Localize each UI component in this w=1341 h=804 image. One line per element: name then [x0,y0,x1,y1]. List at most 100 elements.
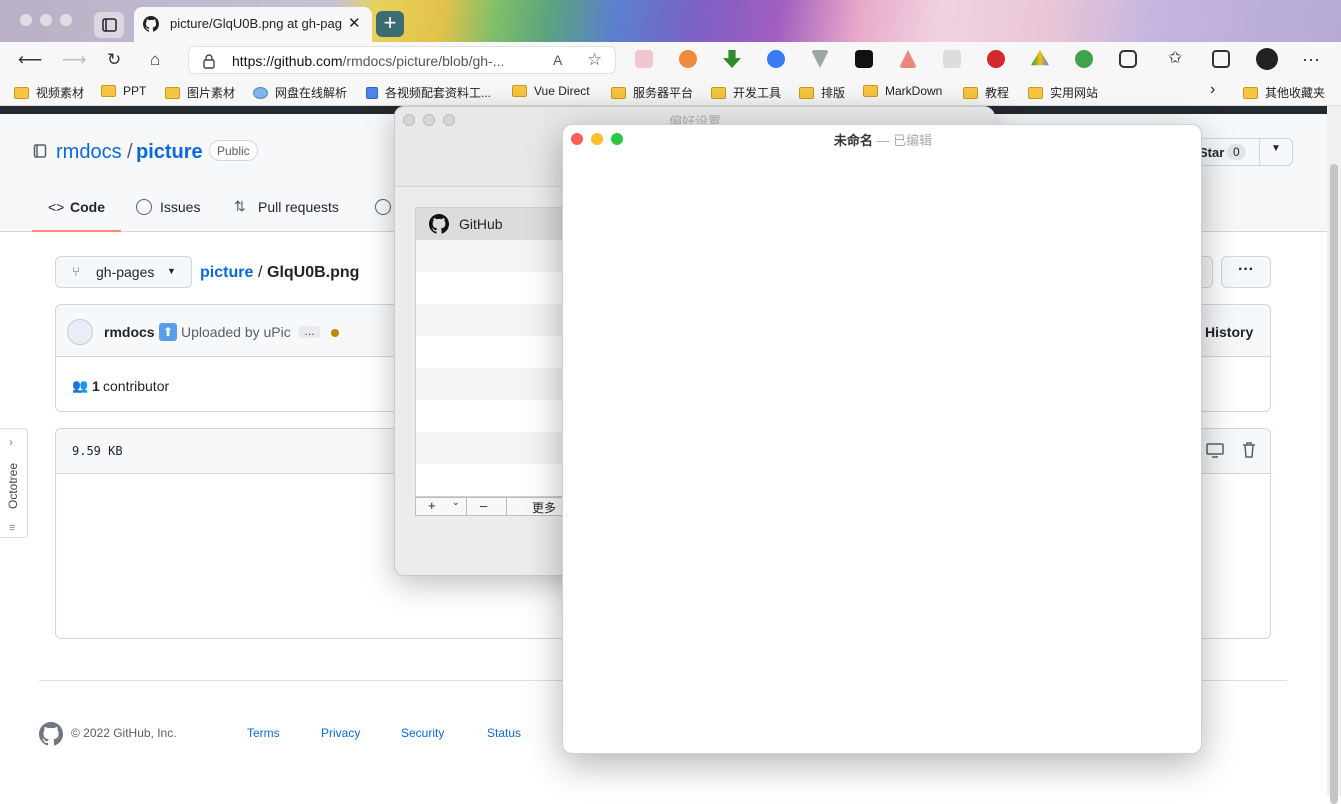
extension-black-icon[interactable] [855,50,873,68]
extensions-puzzle-icon[interactable] [1119,50,1137,68]
extension-red-circle-icon[interactable] [987,50,1005,68]
contributor-count[interactable]: 1 [92,378,100,394]
octotree-label: Octotree [6,462,20,510]
branch-chevron-icon: ▼ [167,266,176,276]
footer-security-link[interactable]: Security [401,726,444,740]
bookmark-folder[interactable]: PPT [101,84,146,98]
add-dropdown-chevron-icon[interactable]: ⌄ [452,497,460,508]
tab-title: picture/GlqU0B.png at gh-pages [170,16,342,31]
extension-blue-icon[interactable] [767,50,785,68]
bookmark-folder[interactable]: Vue Direct [512,84,590,98]
forward-arrow-icon[interactable]: ⟶ [62,50,86,70]
footer-copyright: © 2022 GitHub, Inc. [71,726,177,740]
bookmark-folder[interactable]: 图片素材 [165,84,235,101]
editor-window: 未命名 — 已编辑 [562,124,1202,754]
window-minimize-control[interactable] [40,14,52,26]
bookmark-folder[interactable]: 开发工具 [711,84,781,101]
kebab-icon: ··· [1238,261,1254,278]
repo-owner-link[interactable]: rmdocs [56,141,122,164]
tab-issues[interactable]: Issues [135,184,215,230]
more-options-button[interactable]: ··· [1221,256,1271,288]
history-link[interactable]: History [1205,324,1253,340]
tab-code[interactable]: <> Code [32,184,121,232]
github-logo-icon[interactable] [39,722,63,746]
author-avatar[interactable] [67,319,93,345]
list-item-selected[interactable]: GitHub [416,208,564,240]
repo-name-link[interactable]: picture [136,141,203,164]
other-bookmarks-folder[interactable]: 其他收藏夹 [1243,84,1325,101]
tab-actions-icon[interactable] [94,12,124,38]
folder-icon [165,86,180,99]
favorite-add-icon[interactable]: ☆ [587,50,602,70]
editor-document-title: 未命名 [833,133,873,148]
octotree-toggle[interactable]: › Octotree ≡ [0,428,28,538]
editor-text-area[interactable] [563,153,1201,753]
bookmark-folder[interactable]: 视频素材 [14,84,84,101]
bookmark-link[interactable]: 网盘在线解析 [253,84,347,101]
profile-avatar[interactable] [1256,48,1278,70]
collections-icon[interactable] [1212,50,1230,68]
breadcrumb-separator: / [258,264,263,281]
octotree-drag-icon: ≡ [9,522,16,534]
home-icon[interactable]: ⌂ [150,50,160,70]
window-zoom-control[interactable] [60,14,72,26]
back-arrow-icon[interactable]: ⟵ [18,50,42,70]
star-divider [1259,139,1260,165]
trash-icon[interactable] [1242,442,1256,458]
star-dropdown-chevron-icon[interactable]: ▼ [1271,143,1281,154]
people-icon: 👥 [72,378,89,393]
read-aloud-icon[interactable]: A [553,52,562,68]
add-button[interactable]: + [428,498,436,513]
contributor-label[interactable]: contributor [103,378,169,394]
reload-icon[interactable]: ↻ [107,50,121,70]
actions-play-icon[interactable] [375,199,391,215]
breadcrumb-file: GlqU0B.png [267,264,360,281]
folder-icon [512,85,527,97]
extension-green-circle-icon[interactable] [1075,50,1093,68]
address-bar[interactable]: https://github.com/rmdocs/picture/blob/g… [188,46,616,74]
remove-button[interactable]: – [480,498,487,513]
extension-glasses-icon[interactable] [943,50,961,68]
branch-selector[interactable]: ⑂ gh-pages ▼ [55,256,192,288]
bookmark-link[interactable]: 各视频配套资料工... [366,84,491,101]
desktop-icon[interactable] [1206,443,1224,459]
browser-tab-active[interactable]: picture/GlqU0B.png at gh-pages ✕ [134,7,372,42]
more-menu-icon[interactable]: ⋯ [1302,50,1320,71]
more-button[interactable]: 更多 [532,499,556,516]
cloud-icon [253,86,268,99]
tab-close-icon[interactable]: ✕ [348,14,361,32]
tab-pull-requests[interactable]: ⇅ Pull requests [234,184,354,230]
bookmark-label: Vue Direct [534,84,590,98]
footer-terms-link[interactable]: Terms [247,726,280,740]
new-tab-button[interactable]: + [376,11,404,37]
upload-emoji-icon: ⬆ [159,323,177,341]
footer-privacy-link[interactable]: Privacy [321,726,360,740]
folder-icon [963,86,978,99]
extension-reader-icon[interactable] [635,50,653,68]
bookmark-label: 排版 [821,86,846,100]
breadcrumb-repo-link[interactable]: picture [200,264,253,282]
commit-expand-button[interactable]: … [299,326,320,338]
extension-search-icon[interactable] [679,50,697,68]
list-row-empty [416,368,564,400]
lock-icon [203,54,215,69]
bookmark-folder[interactable]: 服务器平台 [611,84,693,101]
bookmark-folder[interactable]: 实用网站 [1028,84,1098,101]
github-icon [429,214,449,234]
folder-icon [611,86,626,99]
bookmark-folder[interactable]: 教程 [963,84,1009,101]
bookmark-folder[interactable]: MarkDown [863,84,942,98]
window-close-control[interactable] [20,14,32,26]
bookmarks-overflow-chevron-icon[interactable]: › [1210,81,1215,99]
bookmark-folder[interactable]: 排版 [799,84,845,101]
commit-author-link[interactable]: rmdocs [104,324,155,340]
footer-status-link[interactable]: Status [487,726,521,740]
page-scrollbar[interactable] [1327,106,1341,804]
commit-message-link[interactable]: Uploaded by uPic [181,324,291,340]
favorites-icon[interactable]: ✩ [1168,48,1186,67]
tab-code-label: Code [70,199,105,215]
scrollbar-thumb[interactable] [1330,164,1338,804]
folder-icon [1243,86,1258,99]
status-pending-dot-icon[interactable] [331,329,339,337]
bookmark-label: 实用网站 [1050,86,1099,100]
